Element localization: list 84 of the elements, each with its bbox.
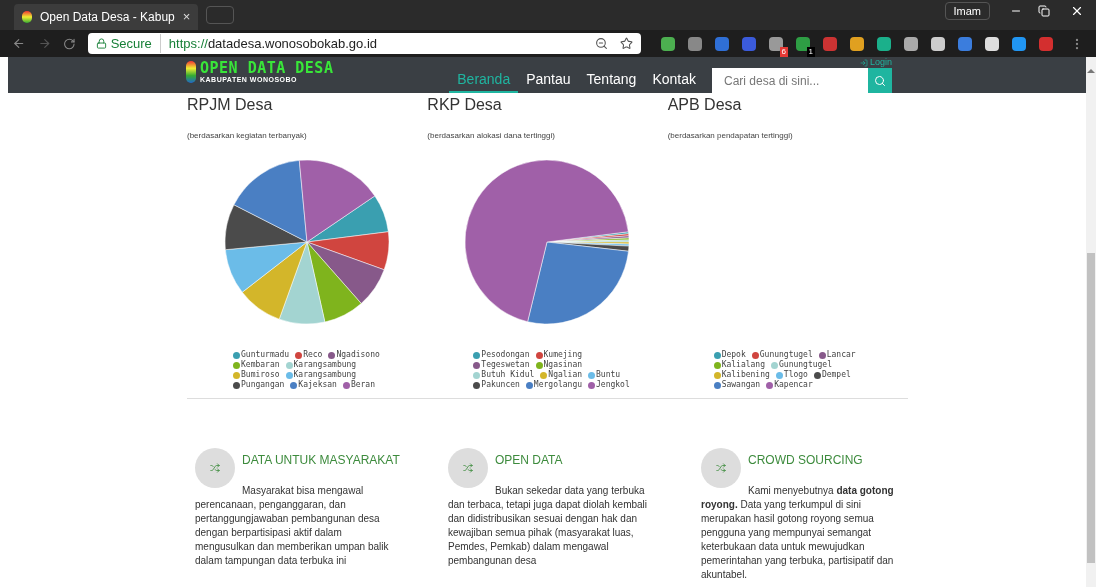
legend-label: Sawangan bbox=[721, 380, 761, 390]
legend-label: Jengkol bbox=[596, 380, 630, 390]
legend-label: Kumejing bbox=[543, 350, 583, 360]
star-icon[interactable] bbox=[620, 37, 633, 50]
legend-label: Lancar bbox=[826, 350, 856, 360]
legend-label: Beran bbox=[350, 380, 375, 390]
legend-label: Mergolangu bbox=[533, 380, 583, 390]
restore-icon[interactable] bbox=[1038, 5, 1050, 17]
panel-title: APB Desa bbox=[667, 95, 742, 115]
extension-icon[interactable] bbox=[1012, 36, 1026, 51]
notification-badge: 6 bbox=[779, 46, 788, 57]
panel-subtitle: (berdasarkan pendapatan tertinggi) bbox=[667, 130, 793, 142]
nav-link[interactable]: Kontak bbox=[644, 68, 704, 93]
secure-label: Secure bbox=[110, 33, 161, 54]
shuffle-icon bbox=[716, 463, 726, 473]
panel-title: RKP Desa bbox=[427, 95, 502, 115]
shuffle-icon bbox=[210, 463, 220, 473]
legend-label: Tegeswetan bbox=[481, 360, 530, 370]
scrollbar[interactable] bbox=[1086, 57, 1096, 587]
legend-label: Dempel bbox=[821, 370, 851, 380]
favicon-icon bbox=[22, 11, 32, 23]
legend-label: Gunungtugel bbox=[779, 360, 832, 370]
feature-title: OPEN DATA bbox=[495, 452, 563, 467]
nav-link[interactable]: Beranda bbox=[449, 68, 519, 93]
close-icon[interactable]: × bbox=[182, 7, 191, 27]
legend-label: Gunungtugel bbox=[759, 350, 813, 360]
legend-label: Gunturmadu bbox=[241, 350, 290, 360]
reload-icon[interactable] bbox=[63, 36, 76, 51]
lock-icon bbox=[95, 38, 107, 49]
legend-label: Bumiroso bbox=[241, 370, 280, 380]
feature-title: DATA UNTUK MASYARAKAT bbox=[242, 452, 400, 467]
extension-icon[interactable] bbox=[661, 36, 675, 51]
zoom-out-icon[interactable] bbox=[595, 37, 608, 50]
legend-label: Buntu bbox=[596, 370, 621, 380]
nav-link[interactable]: Tentang bbox=[578, 68, 645, 93]
search-icon bbox=[874, 74, 886, 87]
legend-label: Kapencar bbox=[774, 380, 813, 390]
close-icon[interactable] bbox=[1070, 4, 1084, 18]
login-link[interactable]: Login bbox=[859, 57, 892, 68]
browser-tab[interactable]: Open Data Desa - Kabup × bbox=[14, 4, 199, 30]
extension-icon[interactable] bbox=[877, 36, 891, 51]
legend-label: Depok bbox=[721, 350, 746, 360]
legend-label: Butuh Kidul bbox=[481, 370, 535, 380]
panel-title: RPJM Desa bbox=[187, 95, 273, 115]
panel-subtitle: (berdasarkan alokasi dana tertinggi) bbox=[427, 130, 555, 142]
legend-label: Pakuncen bbox=[481, 380, 520, 390]
legend-label: Kalibening bbox=[721, 370, 770, 380]
legend-label: Karangsambung bbox=[293, 360, 357, 370]
shuffle-icon bbox=[463, 463, 473, 473]
legend-label: Kajeksan bbox=[298, 380, 337, 390]
url-text: https://datadesa.wonosobokab.go.id bbox=[167, 34, 378, 53]
tab-title: Open Data Desa - Kabup bbox=[40, 9, 175, 26]
search-field[interactable]: Cari desa di sini... bbox=[712, 68, 868, 93]
legend-label: Tlogo bbox=[783, 370, 808, 380]
extension-icon[interactable] bbox=[904, 36, 918, 51]
profile-button[interactable]: Imam bbox=[944, 1, 990, 21]
notification-badge: 1 bbox=[806, 46, 815, 57]
nav-link[interactable]: Pantau bbox=[518, 68, 579, 93]
extension-icon[interactable] bbox=[769, 36, 783, 51]
login-icon bbox=[859, 58, 868, 67]
scroll-up-icon[interactable] bbox=[1087, 69, 1095, 73]
scrollbar-thumb[interactable] bbox=[1087, 253, 1095, 563]
legend-label: Ngalian bbox=[548, 370, 583, 380]
address-bar[interactable]: Secure https://datadesa.wonosobokab.go.id bbox=[87, 33, 641, 54]
legend-label: Reco bbox=[303, 350, 323, 360]
legend-label: Pungangan bbox=[241, 380, 285, 390]
legend-label: Ngadisono bbox=[336, 350, 380, 360]
feature-text: Bukan sekedar data yang terbuka dan terbaca, tetapi juga dapat diolah kembali dan didistribusikan sesuai dengan hak dan kewajiban semua pihak (masyarakat luas, Pemdes, Pemkab) dalam mengawal pembangunan desa bbox=[448, 484, 649, 568]
extension-icon[interactable] bbox=[931, 36, 945, 51]
extension-icon[interactable] bbox=[796, 36, 810, 51]
legend-label: Ngasinan bbox=[543, 360, 583, 370]
logo-title: OPEN DATA DESA bbox=[200, 61, 334, 76]
legend-label: Karangsambung bbox=[293, 370, 357, 380]
legend-label: Kalialang bbox=[721, 360, 765, 370]
extension-icon[interactable] bbox=[850, 36, 864, 51]
extension-icon[interactable] bbox=[985, 36, 999, 51]
feature-title: CROWD SOURCING bbox=[748, 452, 863, 467]
back-icon[interactable] bbox=[12, 36, 26, 51]
legend-label: Pesodongan bbox=[481, 350, 530, 360]
panel-subtitle: (berdasarkan kegiatan terbanyak) bbox=[187, 130, 307, 142]
feature-text: Masyarakat bisa mengawal perencanaan, penganggaran, dan pertanggungjawaban pembangunan desa dengan berpartisipasi aktif dalam mengusulkan dan memberikan umpan balik dalam tampungan data terbuka ini bbox=[195, 484, 390, 568]
feature-text: Kami menyebutnya data gotong royong. Data yang terkumpul di sini merupakan hasil gotong royong semua pengguna yang mempunyai semangat keterbukaan data untuk mewujudkan pemerintahan yang terbuka, partisipatif dan akuntabel. bbox=[701, 484, 895, 582]
legend-label: Kembaran bbox=[241, 360, 280, 370]
logo-mark-icon bbox=[186, 61, 196, 83]
